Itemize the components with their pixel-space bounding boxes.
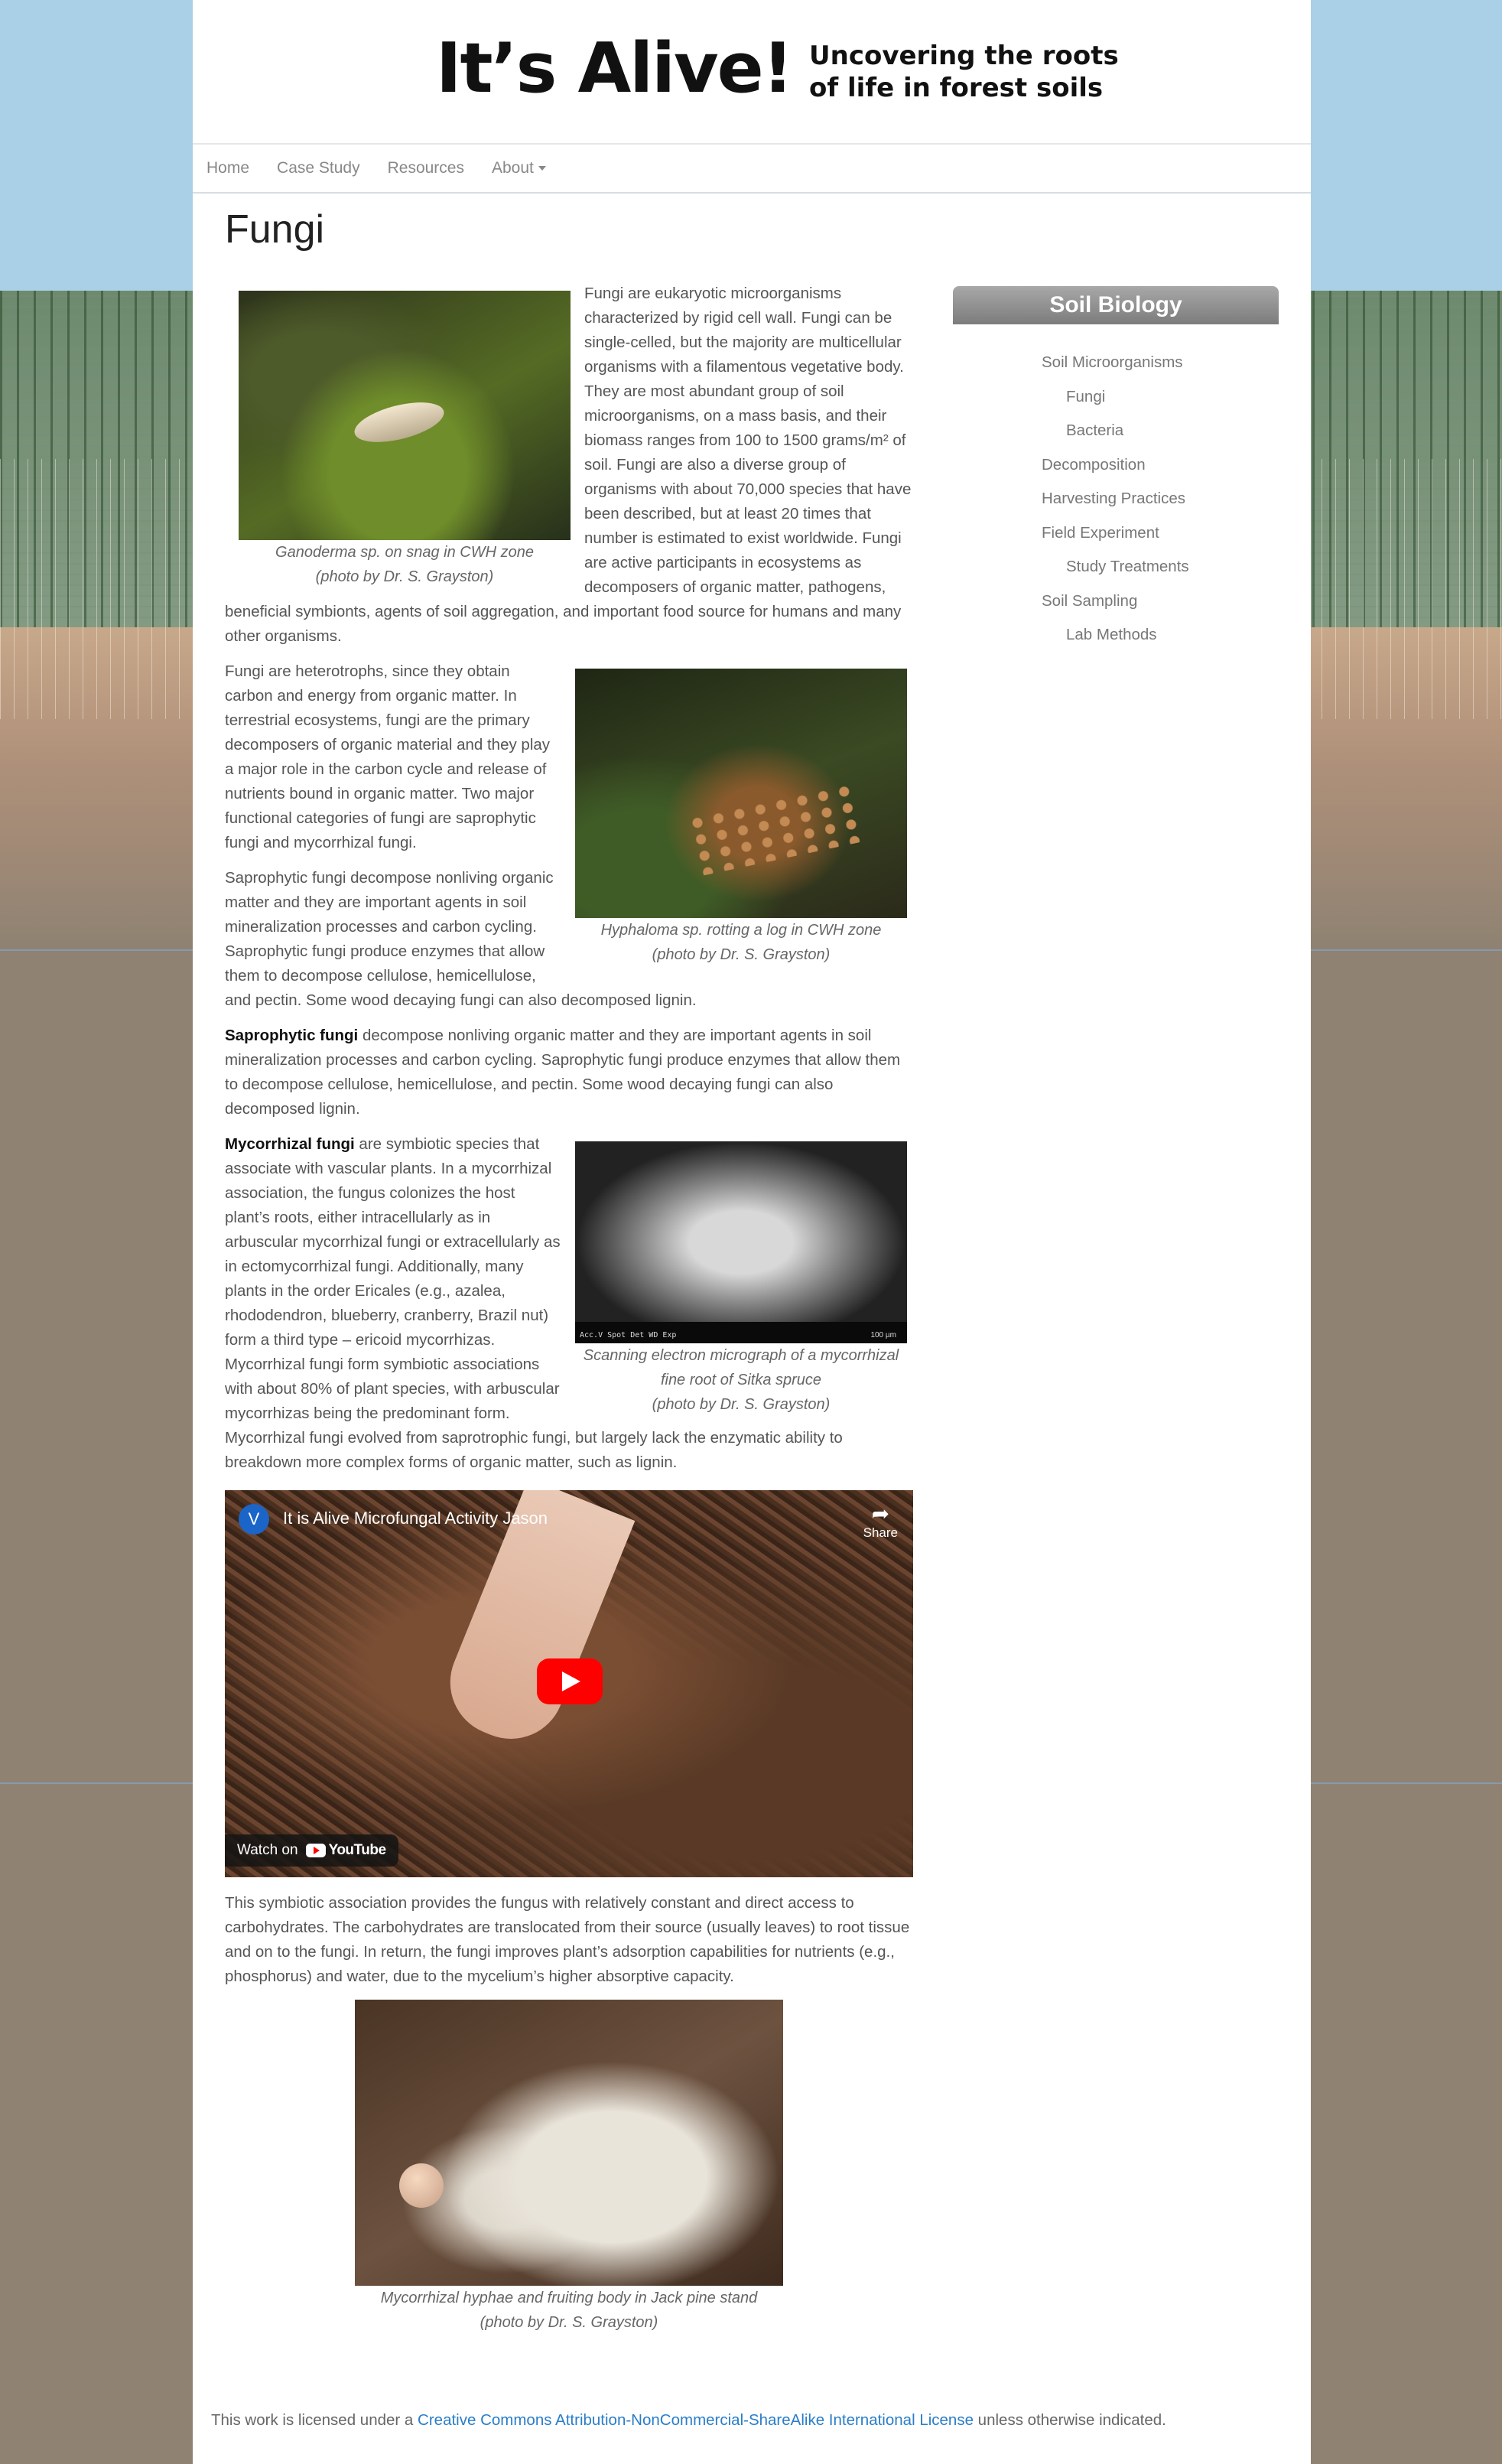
symbiosis-paragraph: This symbiotic association provides the …	[225, 1894, 910, 1985]
caption-line: (photo by Dr. S. Grayston)	[652, 946, 831, 963]
mycorrhizal-hyphae-photo	[355, 2000, 783, 2286]
channel-avatar[interactable]: V	[239, 1504, 269, 1535]
sidebar-item-decomposition[interactable]: Decomposition	[1042, 448, 1279, 483]
nav-about-dropdown[interactable]: About	[492, 159, 546, 177]
sidebar-item-field-experiment[interactable]: Field Experiment	[1042, 516, 1279, 551]
watch-on-label: Watch on	[237, 1842, 298, 1858]
mycorrhizal-term: Mycorrhizal fungi	[225, 1135, 355, 1153]
youtube-logo-icon	[305, 1844, 326, 1857]
mushroom-cluster	[685, 782, 863, 877]
caption-line: Scanning electron micrograph of a mycorr…	[583, 1347, 899, 1364]
caption-line: (photo by Dr. S. Grayston)	[652, 1396, 831, 1413]
license-suffix: unless otherwise indicated.	[973, 2411, 1166, 2429]
youtube-label: YouTube	[328, 1842, 386, 1858]
video-title[interactable]: It is Alive Microfungal Activity Jason	[283, 1509, 548, 1528]
figure-caption: Mycorrhizal hyphae and fruiting body in …	[225, 2286, 913, 2335]
saprophytic-paragraph: Saprophytic fungi decompose nonliving or…	[225, 1024, 913, 1121]
caption-line: Ganoderma sp. on snag in CWH zone	[275, 544, 534, 561]
play-button[interactable]	[537, 1658, 603, 1704]
caption-line: Hyphaloma sp. rotting a log in CWH zone	[600, 922, 882, 939]
caption-line: Mycorrhizal hyphae and fruiting body in …	[380, 2290, 758, 2306]
sidebar-item-bacteria[interactable]: Bacteria	[1042, 414, 1279, 448]
saprophytic-term: Saprophytic fungi	[225, 1027, 359, 1044]
sidebar: Soil Biology Soil Microorganisms Fungi B…	[953, 286, 1279, 653]
license-footer: This work is licensed under a Creative C…	[211, 2411, 1166, 2430]
figure-caption: Hyphaloma sp. rotting a log in CWH zone …	[575, 918, 907, 967]
sem-scale-text: 100 µm	[870, 1331, 896, 1339]
tagline-line: Uncovering the roots	[809, 41, 1119, 71]
tagline-line: of life in forest soils	[809, 73, 1104, 103]
site-tagline: Uncovering the roots of life in forest s…	[809, 40, 1119, 104]
share-label: Share	[863, 1525, 898, 1540]
fruiting-body-shape	[399, 2163, 444, 2208]
page-title: Fungi	[225, 207, 325, 252]
site-logo[interactable]: It’s Alive!	[436, 31, 794, 107]
caption-line: (photo by Dr. S. Grayston)	[315, 568, 494, 585]
site-header: It’s Alive! Uncovering the roots of life…	[193, 0, 1311, 145]
sidebar-item-study-treatments[interactable]: Study Treatments	[1042, 550, 1279, 584]
license-prefix: This work is licensed under a	[211, 2411, 418, 2429]
figure-ganoderma: Ganoderma sp. on snag in CWH zone (photo…	[239, 291, 571, 589]
sidebar-item-lab-methods[interactable]: Lab Methods	[1042, 618, 1279, 653]
sidebar-nav: Soil Microorganisms Fungi Bacteria Decom…	[953, 346, 1279, 653]
sem-micrograph: Acc.V Spot Det WD Exp 100 µm	[575, 1141, 907, 1343]
sidebar-item-soil-microorganisms[interactable]: Soil Microorganisms	[1042, 346, 1279, 380]
caret-down-icon	[538, 166, 546, 171]
figure-mycorrhizal-hyphae: Mycorrhizal hyphae and fruiting body in …	[225, 2000, 913, 2335]
sidebar-item-harvesting-practices[interactable]: Harvesting Practices	[1042, 482, 1279, 516]
figure-caption: Scanning electron micrograph of a mycorr…	[575, 1343, 907, 1417]
figure-caption: Ganoderma sp. on snag in CWH zone (photo…	[239, 540, 571, 589]
sidebar-heading: Soil Biology	[953, 286, 1279, 324]
page-container: It’s Alive! Uncovering the roots of life…	[193, 0, 1311, 2464]
ganoderma-photo	[239, 291, 571, 540]
caption-line: (photo by Dr. S. Grayston)	[480, 2314, 658, 2331]
share-icon: ➦	[871, 1502, 890, 1525]
license-link[interactable]: Creative Commons Attribution-NonCommerci…	[418, 2411, 974, 2429]
figure-hyphaloma: Hyphaloma sp. rotting a log in CWH zone …	[575, 669, 907, 967]
nav-about-label: About	[491, 159, 534, 177]
video-thumbnail-hand	[434, 1490, 636, 1756]
sidebar-item-fungi[interactable]: Fungi	[1042, 380, 1279, 415]
caption-line: fine root of Sitka spruce	[660, 1372, 822, 1388]
nav-resources[interactable]: Resources	[388, 159, 464, 177]
sem-info-text: Acc.V Spot Det WD Exp	[580, 1331, 677, 1339]
nav-case-study[interactable]: Case Study	[277, 159, 360, 177]
hyphaloma-photo	[575, 669, 907, 918]
share-button[interactable]: ➦ Share	[863, 1502, 898, 1541]
sidebar-item-soil-sampling[interactable]: Soil Sampling	[1042, 584, 1279, 619]
watch-on-youtube-button[interactable]: Watch on YouTube	[225, 1834, 398, 1867]
video-embed[interactable]: V It is Alive Microfungal Activity Jason…	[225, 1490, 913, 1877]
figure-sem-root: Acc.V Spot Det WD Exp 100 µm Scanning el…	[575, 1141, 907, 1417]
main-content: Ganoderma sp. on snag in CWH zone (photo…	[225, 282, 913, 2335]
mushroom-shape	[350, 395, 448, 450]
main-navbar: Home Case Study Resources About	[193, 145, 1311, 194]
nav-home[interactable]: Home	[206, 159, 249, 177]
